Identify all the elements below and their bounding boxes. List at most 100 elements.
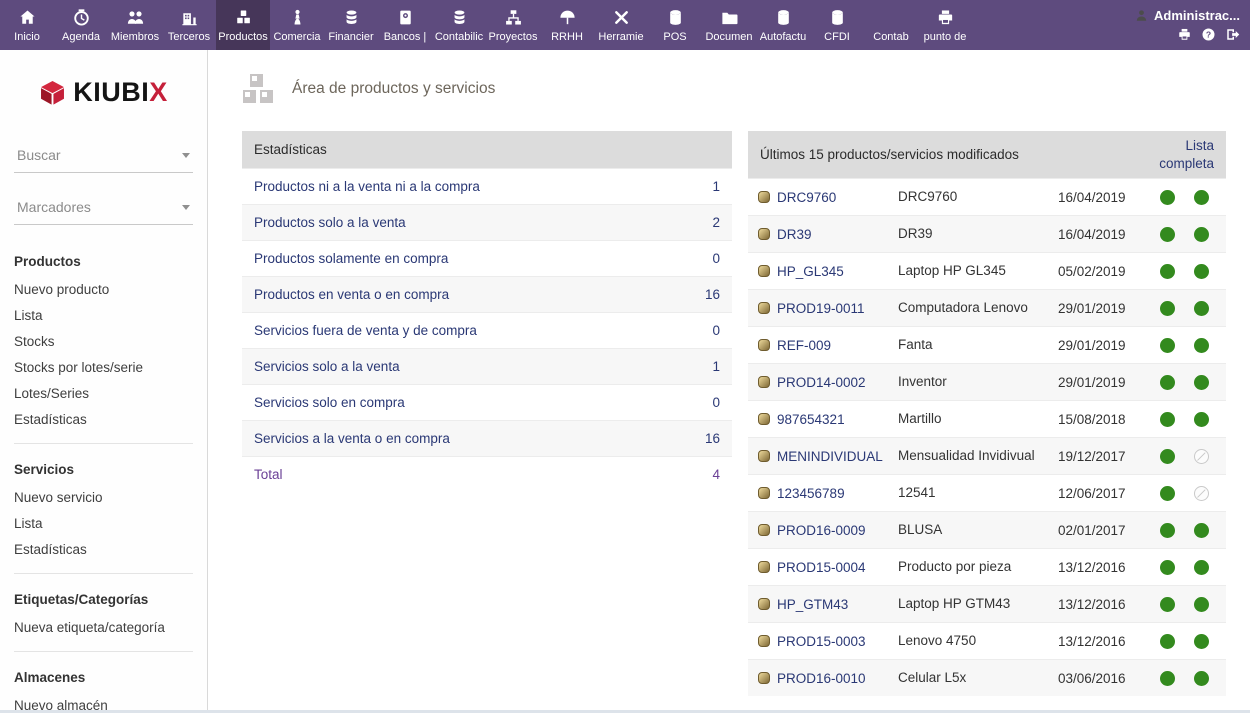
stats-row-label[interactable]: Productos en venta o en compra	[254, 287, 449, 302]
table-row: PROD15-0003Lenovo 475013/12/2016	[748, 622, 1226, 659]
stats-row-label[interactable]: Servicios a la venta o en compra	[254, 431, 450, 446]
buy-status-dot	[1194, 301, 1209, 316]
product-cube-icon	[758, 228, 770, 240]
sidebar-item-nuevo-producto[interactable]: Nuevo producto	[14, 276, 193, 302]
quick-icons: ?	[1177, 27, 1240, 42]
buy-status-cell	[1190, 227, 1216, 242]
stats-total-value[interactable]: 4	[712, 467, 720, 482]
sidebar-item-lotes-series[interactable]: Lotes/Series	[14, 380, 193, 406]
sell-status-cell	[1144, 597, 1190, 612]
stats-row-value[interactable]: 0	[712, 395, 720, 410]
stats-row-value[interactable]: 0	[712, 251, 720, 266]
stats-row-label[interactable]: Servicios fuera de venta y de compra	[254, 323, 477, 338]
nav-item-comercia[interactable]: Comercia	[270, 0, 324, 50]
nav-item-rrhh[interactable]: RRHH	[540, 0, 594, 50]
stats-row-label[interactable]: Productos ni a la venta ni a la compra	[254, 179, 480, 194]
product-ref-link[interactable]: PROD14-0002	[777, 375, 866, 390]
product-ref-cell: PROD19-0011	[758, 301, 898, 316]
finance-icon	[342, 8, 361, 27]
sidebar-item-lista[interactable]: Lista	[14, 510, 193, 536]
brand-x: X	[149, 77, 168, 107]
nav-item-documen[interactable]: Documen	[702, 0, 756, 50]
stats-row-value[interactable]: 16	[705, 431, 720, 446]
product-ref-link[interactable]: DRC9760	[777, 190, 836, 205]
product-ref-link[interactable]: PROD16-0009	[777, 523, 866, 538]
stats-row-label[interactable]: Servicios solo a la venta	[254, 359, 400, 374]
stats-row-label[interactable]: Servicios solo en compra	[254, 395, 405, 410]
product-ref-link[interactable]: DR39	[777, 227, 812, 242]
stats-row-value[interactable]: 16	[705, 287, 720, 302]
printer-icon	[936, 8, 955, 27]
stats-row: Productos en venta o en compra 16	[242, 276, 732, 312]
stats-row: Servicios a la venta o en compra 16	[242, 420, 732, 456]
sidebar-item-nueva-etiqueta-categoria[interactable]: Nueva etiqueta/categoría	[14, 614, 193, 640]
product-ref-link[interactable]: HP_GL345	[777, 264, 844, 279]
product-ref-link[interactable]: PROD19-0011	[777, 301, 865, 316]
sell-status-dot	[1160, 486, 1175, 501]
search-dropdown[interactable]: Buscar	[14, 141, 193, 173]
nav-item-financier[interactable]: Financier	[324, 0, 378, 50]
product-date: 29/01/2019	[1058, 301, 1144, 316]
nav-item-cfdi[interactable]: CFDI	[810, 0, 864, 50]
nav-item-herramie[interactable]: Herramie	[594, 0, 648, 50]
nav-item-label: punto de	[924, 31, 967, 43]
top-navbar-right: Administrac... ?	[1134, 0, 1250, 50]
product-ref-cell: 123456789	[758, 486, 898, 501]
full-list-link[interactable]: Lista completa	[1150, 137, 1214, 172]
sidebar-item-stocks-por-lotes-serie[interactable]: Stocks por lotes/serie	[14, 354, 193, 380]
product-date: 29/01/2019	[1058, 338, 1144, 353]
nav-item-miembros[interactable]: Miembros	[108, 0, 162, 50]
product-ref-link[interactable]: MENINDIVIDUAL	[777, 449, 883, 464]
sidebar-item-stocks[interactable]: Stocks	[14, 328, 193, 354]
stats-row-label[interactable]: Productos solo a la venta	[254, 215, 406, 230]
stats-row-label[interactable]: Productos solamente en compra	[254, 251, 448, 266]
sell-status-dot	[1160, 338, 1175, 353]
bookmarks-dropdown[interactable]: Marcadores	[14, 193, 193, 225]
stats-row-value[interactable]: 0	[712, 323, 720, 338]
buy-status-dot	[1194, 671, 1209, 686]
buy-status-dot	[1194, 523, 1209, 538]
sidebar-header-productos[interactable]: Productos	[14, 245, 193, 276]
nav-item-productos[interactable]: Productos	[216, 0, 270, 50]
nav-item-contabilic[interactable]: Contabilic	[432, 0, 486, 50]
product-ref-link[interactable]: PROD15-0004	[777, 560, 866, 575]
sidebar-header-etiquetas-categorias[interactable]: Etiquetas/Categorías	[14, 583, 193, 614]
nav-item-pos[interactable]: POS	[648, 0, 702, 50]
kiubix-logo: KIUBIX	[0, 50, 207, 141]
sidebar-item-estadisticas[interactable]: Estadísticas	[14, 536, 193, 562]
product-ref-link[interactable]: HP_GTM43	[777, 597, 848, 612]
nav-item-terceros[interactable]: Terceros	[162, 0, 216, 50]
nav-item-agenda[interactable]: Agenda	[54, 0, 108, 50]
product-ref-link[interactable]: 987654321	[777, 412, 845, 427]
product-ref-cell: 987654321	[758, 412, 898, 427]
nav-item-proyectos[interactable]: Proyectos	[486, 0, 540, 50]
product-ref-link[interactable]: 123456789	[777, 486, 845, 501]
sidebar-header-almacenes[interactable]: Almacenes	[14, 661, 193, 692]
help-icon[interactable]: ?	[1201, 27, 1216, 42]
nav-item-inicio[interactable]: Inicio	[0, 0, 54, 50]
sidebar-menu: ProductosNuevo productoListaStocksStocks…	[0, 245, 207, 713]
product-ref-link[interactable]: PROD15-0003	[777, 634, 866, 649]
sidebar-item-nuevo-servicio[interactable]: Nuevo servicio	[14, 484, 193, 510]
buy-status-dot	[1194, 190, 1209, 205]
sidebar-item-estadisticas[interactable]: Estadísticas	[14, 406, 193, 432]
logout-icon[interactable]	[1225, 27, 1240, 42]
stats-row-value[interactable]: 1	[712, 179, 720, 194]
sidebar-header-servicios[interactable]: Servicios	[14, 453, 193, 484]
stats-row-value[interactable]: 1	[712, 359, 720, 374]
stats-row-value[interactable]: 2	[712, 215, 720, 230]
nav-item-bancos[interactable]: Bancos |	[378, 0, 432, 50]
table-row: 1234567891254112/06/2017	[748, 474, 1226, 511]
nav-item-punto-de[interactable]: punto de	[918, 0, 972, 50]
user-menu[interactable]: Administrac...	[1134, 8, 1240, 23]
product-date: 15/08/2018	[1058, 412, 1144, 427]
nav-item-autofactu[interactable]: Autofactu	[756, 0, 810, 50]
printer-icon[interactable]	[1177, 27, 1192, 42]
product-label: Martillo	[898, 410, 1058, 428]
sell-status-cell	[1144, 227, 1190, 242]
product-ref-link[interactable]: REF-009	[777, 338, 831, 353]
nav-item-contab[interactable]: Contab	[864, 0, 918, 50]
stats-total-label[interactable]: Total	[254, 467, 283, 482]
sidebar-item-lista[interactable]: Lista	[14, 302, 193, 328]
product-ref-link[interactable]: PROD16-0010	[777, 671, 866, 686]
